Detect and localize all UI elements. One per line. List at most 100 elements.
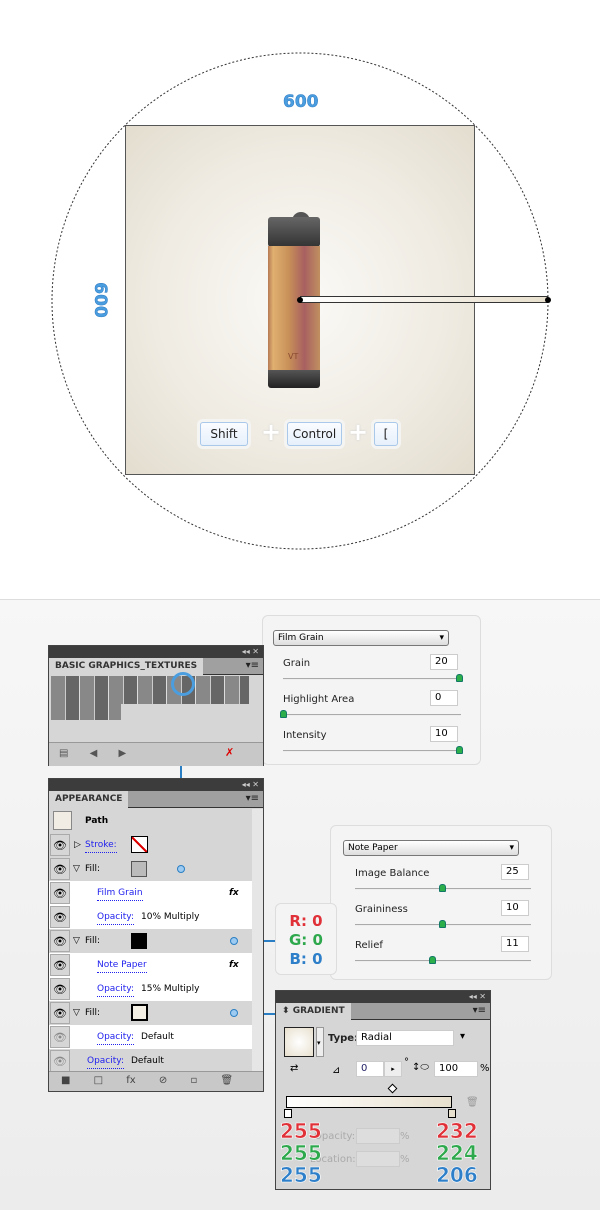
close-icon[interactable]: ✕ xyxy=(252,780,259,789)
gradient-origin-handle[interactable] xyxy=(297,297,303,303)
panel-menu-icon[interactable]: ▾≡ xyxy=(473,1005,486,1016)
panel-menu-icon[interactable]: ▾≡ xyxy=(246,660,259,671)
gradient-slider[interactable] xyxy=(286,1096,452,1108)
gradient-end-handle[interactable] xyxy=(545,297,551,303)
visibility-eye-icon[interactable]: 👁 xyxy=(50,834,70,856)
filter-dropdown[interactable]: Film Grain ▾ xyxy=(273,630,449,646)
type-dropdown[interactable]: Radial xyxy=(356,1030,454,1046)
angle-dropdown[interactable]: ▸ xyxy=(384,1061,402,1077)
fx-icon: fx xyxy=(229,888,239,898)
previous-icon[interactable]: ◀ xyxy=(90,748,98,759)
stroke-row[interactable]: 👁 ▷ Stroke: xyxy=(49,833,252,857)
plus-icon: + xyxy=(348,418,369,446)
visibility-eye-icon[interactable]: 👁 xyxy=(50,882,70,904)
stroke-swatch[interactable] xyxy=(131,836,148,853)
gradient-annotator[interactable] xyxy=(300,296,548,303)
highlight-area-input[interactable]: 0 xyxy=(430,690,458,706)
add-effect-icon[interactable]: fx xyxy=(126,1075,135,1086)
trash-icon[interactable]: 🗑 xyxy=(466,1097,479,1108)
visibility-eye-icon[interactable]: 👁 xyxy=(50,1050,70,1072)
intensity-slider[interactable] xyxy=(283,750,461,752)
intensity-input[interactable]: 10 xyxy=(430,726,458,742)
library-menu-icon[interactable]: ▤ xyxy=(59,748,68,759)
relief-slider-thumb[interactable] xyxy=(429,956,436,964)
note-paper-effect-link[interactable]: Note Paper xyxy=(97,958,147,973)
tab-gradient[interactable]: ⬍ GRADIENT xyxy=(276,1003,351,1020)
close-icon[interactable]: ✕ xyxy=(479,992,486,1001)
highlight-area-slider-thumb[interactable] xyxy=(280,710,287,718)
fill-label: Fill: xyxy=(85,936,101,946)
visibility-eye-icon[interactable]: 👁 xyxy=(50,930,70,952)
fill-row[interactable]: 👁 ▽ Fill: xyxy=(49,1001,252,1025)
angle-input[interactable]: 0 xyxy=(356,1061,384,1077)
relief-slider[interactable] xyxy=(355,960,531,962)
fill-row[interactable]: 👁 ▽ Fill: xyxy=(49,929,252,953)
film-grain-effect-link[interactable]: Film Grain xyxy=(97,886,143,901)
red-value: R: 0 xyxy=(289,912,323,930)
close-icon[interactable]: ✕ xyxy=(252,647,259,656)
gradient-stop-left[interactable] xyxy=(284,1109,292,1118)
add-stroke-icon[interactable]: ■ xyxy=(61,1075,70,1086)
filter-name: Film Grain xyxy=(278,633,324,643)
key-shift: Shift xyxy=(200,422,248,446)
intensity-slider-thumb[interactable] xyxy=(456,746,463,754)
fill-swatch-pattern[interactable] xyxy=(131,861,147,877)
left-stop-green: 255 xyxy=(280,1141,322,1166)
next-icon[interactable]: ▶ xyxy=(119,748,127,759)
gradient-stop-right[interactable] xyxy=(448,1109,456,1118)
scrollbar[interactable] xyxy=(252,809,263,1071)
image-balance-input[interactable]: 25 xyxy=(501,864,529,880)
midpoint-diamond[interactable] xyxy=(387,1083,398,1094)
collapse-icon[interactable]: ◂◂ xyxy=(242,780,250,789)
add-fill-icon[interactable]: □ xyxy=(94,1075,103,1086)
gradient-preset-dropdown[interactable]: ▾ xyxy=(316,1027,324,1057)
rgb-callout: R: 0 G: 0 B: 0 xyxy=(275,903,337,975)
filter-name: Note Paper xyxy=(348,843,398,853)
grain-slider[interactable] xyxy=(283,678,461,680)
graininess-label: Graininess xyxy=(355,904,408,915)
selected-swatch-highlight xyxy=(171,672,195,696)
tab-appearance[interactable]: APPEARANCE xyxy=(49,791,129,808)
duplicate-icon[interactable]: ▫ xyxy=(191,1075,198,1086)
highlight-area-slider[interactable] xyxy=(283,714,461,716)
opacity-input[interactable] xyxy=(356,1128,400,1144)
opacity-link[interactable]: Opacity: xyxy=(97,910,134,925)
break-link-icon[interactable]: ✗ xyxy=(225,746,234,759)
opacity-value: Default xyxy=(141,1032,174,1042)
graininess-input[interactable]: 10 xyxy=(501,900,529,916)
fill-swatch-black[interactable] xyxy=(131,933,147,949)
relief-input[interactable]: 11 xyxy=(501,936,529,952)
fill-row[interactable]: 👁 ▽ Fill: xyxy=(49,857,252,881)
clear-icon[interactable]: ⊘ xyxy=(159,1075,167,1086)
height-label: 600 xyxy=(89,282,111,318)
fill-swatch-gradient[interactable] xyxy=(131,1004,148,1021)
textures-panel: ◂◂ ✕ BASIC GRAPHICS_TEXTURES ▾≡ ▤ ◀ ▶ ✗ xyxy=(48,645,264,766)
grain-slider-thumb[interactable] xyxy=(456,674,463,682)
grain-input[interactable]: 20 xyxy=(430,654,458,670)
stroke-link[interactable]: Stroke: xyxy=(85,838,117,853)
visibility-eye-icon[interactable]: 👁 xyxy=(50,858,70,880)
percent-symbol: % xyxy=(400,1154,410,1165)
filter-dropdown[interactable]: Note Paper ▾ xyxy=(343,840,519,856)
location-input[interactable] xyxy=(356,1151,400,1167)
panel-menu-icon[interactable]: ▾≡ xyxy=(246,793,259,804)
plus-icon: + xyxy=(261,418,282,446)
collapse-icon[interactable]: ◂◂ xyxy=(469,992,477,1001)
opacity-link[interactable]: Opacity: xyxy=(97,1030,134,1045)
opacity-link[interactable]: Opacity: xyxy=(87,1054,124,1069)
trash-icon[interactable]: 🗑 xyxy=(220,1075,233,1086)
image-balance-slider-thumb[interactable] xyxy=(439,884,446,892)
visibility-eye-icon[interactable]: 👁 xyxy=(50,978,70,1000)
visibility-eye-icon[interactable]: 👁 xyxy=(50,906,70,928)
visibility-eye-icon[interactable]: 👁 xyxy=(50,1026,70,1048)
graininess-slider-thumb[interactable] xyxy=(439,920,446,928)
reverse-gradient-icon[interactable]: ⇄ xyxy=(290,1063,298,1074)
aspect-ratio-input[interactable]: 100 xyxy=(434,1061,478,1077)
collapse-icon[interactable]: ◂◂ xyxy=(242,647,250,656)
gradient-preview-swatch[interactable] xyxy=(284,1027,314,1057)
gradient-panel: ◂◂ ✕ ⬍ GRADIENT ▾≡ ▾ Type: Radial ▾ ⇄ ⊿ 0… xyxy=(275,990,491,1190)
opacity-link[interactable]: Opacity: xyxy=(97,982,134,997)
chevron-down-icon[interactable]: ▾ xyxy=(460,1031,465,1042)
visibility-eye-icon[interactable]: 👁 xyxy=(50,1002,70,1024)
visibility-eye-icon[interactable]: 👁 xyxy=(50,954,70,976)
